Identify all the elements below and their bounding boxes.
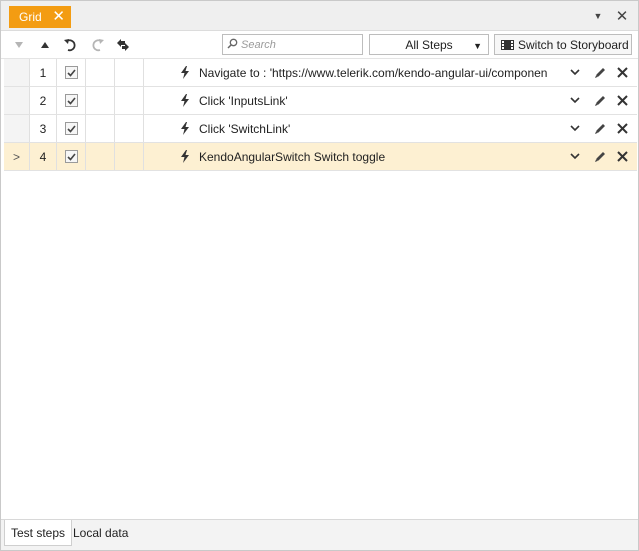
redo-icon[interactable] [87,35,107,55]
delete-x-icon[interactable] [614,64,630,80]
lightning-icon [181,66,189,79]
toolbar: All Steps ▼ Switch to Storyboard [1,31,638,59]
move-down-icon[interactable] [9,35,29,55]
step-enabled-checkbox[interactable] [64,66,78,79]
edit-pencil-icon[interactable] [592,64,608,80]
chevron-down-icon[interactable] [567,120,583,136]
step-enabled-checkbox[interactable] [64,122,78,135]
steps-filter-value: All Steps [405,37,453,52]
step-number: 2 [30,87,57,114]
row-indicator[interactable]: > [4,143,30,170]
window-close-icon[interactable]: ✕ [613,7,631,25]
tab-close-icon[interactable]: ✕ [52,8,65,26]
table-row-selected[interactable]: > 4 KendoAngularSwitch Switch toggle [4,143,637,171]
options-icon[interactable] [113,35,133,55]
table-row[interactable]: 2 Click 'InputsLink' [4,87,637,115]
undo-icon[interactable] [61,35,81,55]
delete-x-icon[interactable] [614,148,630,164]
lightning-icon [181,94,189,107]
edit-pencil-icon[interactable] [592,120,608,136]
search-input[interactable] [241,38,359,51]
edit-pencil-icon[interactable] [592,148,608,164]
steps-grid: 1 Navigate to : 'https://www.telerik.com… [4,59,637,171]
chevron-down-icon[interactable] [567,92,583,108]
table-row[interactable]: 1 Navigate to : 'https://www.telerik.com… [4,59,637,87]
step-number: 1 [30,59,57,86]
bottom-tab-strip: Test steps Local data [1,519,638,550]
row-indicator[interactable] [4,87,30,114]
row-indicator[interactable] [4,115,30,142]
chevron-down-icon[interactable] [567,64,583,80]
table-row[interactable]: 3 Click 'SwitchLink' [4,115,637,143]
step-number: 3 [30,115,57,142]
search-icon [227,38,238,52]
tab-grid[interactable]: Grid ✕ [9,6,71,28]
tab-local-data[interactable]: Local data [67,520,134,546]
chevron-down-icon[interactable] [567,148,583,164]
step-number: 4 [30,143,57,170]
switch-to-storyboard-label: Switch to Storyboard [518,37,629,52]
lightning-icon [181,150,189,163]
row-indicator[interactable] [4,59,30,86]
chevron-down-icon: ▼ [473,41,482,51]
delete-x-icon[interactable] [614,92,630,108]
switch-to-storyboard-button[interactable]: Switch to Storyboard [494,34,632,55]
step-enabled-checkbox[interactable] [64,94,78,107]
steps-filter-select[interactable]: All Steps ▼ [369,34,489,55]
step-description: KendoAngularSwitch Switch toggle [199,149,386,164]
search-box [222,34,363,55]
lightning-icon [181,122,189,135]
tab-test-steps[interactable]: Test steps [4,520,73,546]
window-menu-icon[interactable]: ▼ [591,7,605,25]
grid-window: Grid ✕ ▼ ✕ All Steps ▼ [0,0,639,551]
step-description: Click 'InputsLink' [199,93,288,108]
step-description: Click 'SwitchLink' [199,121,291,136]
film-icon [501,39,514,50]
delete-x-icon[interactable] [614,120,630,136]
step-enabled-checkbox[interactable] [64,150,78,163]
move-up-icon[interactable] [35,35,55,55]
tab-grid-label: Grid [19,10,42,24]
step-description: Navigate to : 'https://www.telerik.com/k… [199,65,548,80]
tab-bar: Grid ✕ ▼ ✕ [1,1,638,31]
edit-pencil-icon[interactable] [592,92,608,108]
